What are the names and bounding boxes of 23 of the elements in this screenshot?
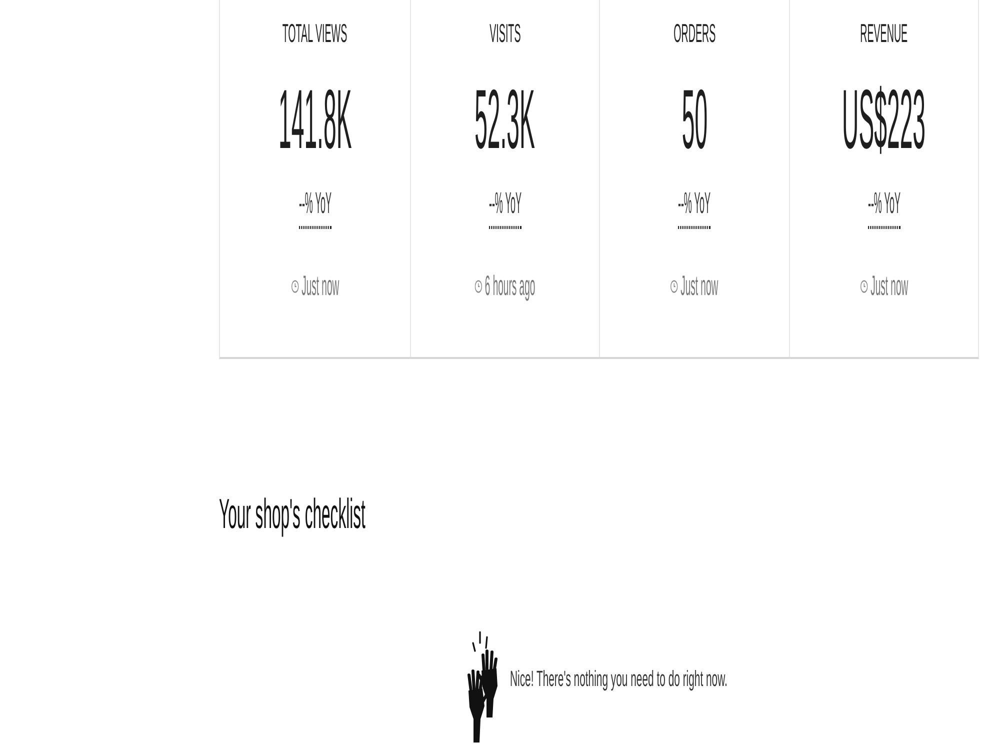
yoy-change: --% YoY (488, 187, 521, 229)
raised-hands-icon (467, 631, 499, 743)
clock-icon (670, 280, 678, 292)
metric-label: ORDERS (673, 18, 716, 48)
metric-label: REVENUE (860, 18, 908, 48)
updated-time: Just now (680, 270, 718, 302)
yoy-change: --% YoY (678, 187, 710, 229)
metric-label: VISITS (489, 18, 520, 48)
metric-value: 52.3K (474, 74, 535, 164)
section-heading: Your shop's checklist (219, 490, 366, 538)
metric-label: TOTAL VIEWS (282, 18, 348, 48)
clock-icon (860, 280, 868, 292)
metric-value: 50 (681, 74, 708, 164)
updated-time: Just now (301, 270, 339, 302)
metric-value: US$223 (842, 74, 926, 164)
updated-time: 6 hours ago (484, 270, 535, 302)
yoy-change: --% YoY (868, 187, 900, 229)
clock-icon (474, 280, 482, 292)
empty-message: Nice! There's nothing you need to do right now. (510, 666, 728, 692)
updated-time: Just now (870, 270, 908, 302)
metric-value: 141.8K (278, 74, 352, 164)
yoy-change: --% YoY (298, 187, 331, 229)
clock-icon (290, 280, 298, 292)
